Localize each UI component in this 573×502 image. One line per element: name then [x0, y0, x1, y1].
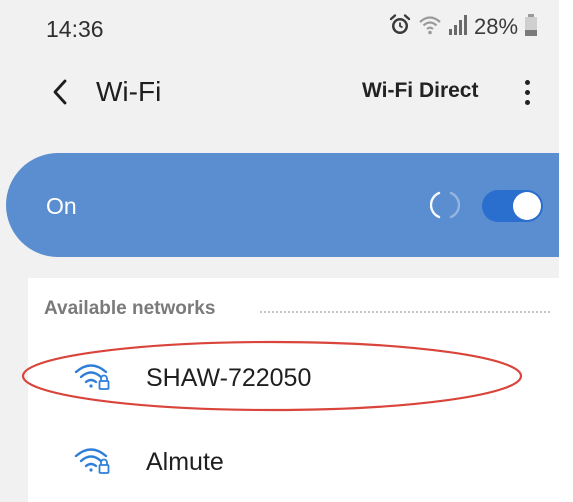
cellular-signal-icon — [448, 14, 468, 41]
network-name: Almute — [146, 448, 224, 476]
section-header-available-networks: Available networks — [44, 298, 216, 319]
back-button[interactable] — [40, 72, 80, 112]
alarm-icon — [388, 13, 412, 42]
chevron-left-icon — [53, 79, 67, 105]
secured-wifi-icon — [74, 364, 110, 390]
page-title: Wi-Fi — [96, 76, 162, 107]
scanning-spinner-icon — [430, 191, 460, 219]
screenshot-edge — [559, 0, 573, 502]
battery-percent: 28% — [474, 14, 519, 39]
app-bar: Wi-Fi Wi-Fi Direct — [0, 60, 559, 124]
wifi-signal-icon — [418, 14, 442, 41]
wifi-toggle-label: On — [46, 193, 77, 219]
more-vertical-icon — [524, 79, 530, 85]
wifi-toggle-switch[interactable] — [482, 190, 543, 222]
wifi-settings-screen: 14:36 28% Wi-Fi Wi-Fi Direct On Availabl… — [0, 0, 559, 502]
battery-icon — [524, 13, 538, 42]
secured-wifi-icon — [74, 448, 110, 474]
status-icons: 28% — [388, 13, 538, 42]
switch-thumb — [513, 192, 541, 220]
networks-list: Available networks SHAW-722050 Almute — [28, 278, 559, 502]
status-bar: 14:36 28% — [0, 0, 559, 52]
section-divider — [260, 311, 550, 313]
status-time: 14:36 — [46, 16, 104, 42]
network-item[interactable]: Almute — [28, 424, 559, 496]
wifi-master-toggle-card[interactable]: On — [6, 153, 559, 257]
more-options-button[interactable] — [512, 74, 542, 110]
wifi-direct-button[interactable]: Wi-Fi Direct — [362, 79, 478, 103]
network-item[interactable]: SHAW-722050 — [28, 340, 559, 412]
network-name: SHAW-722050 — [146, 364, 312, 392]
